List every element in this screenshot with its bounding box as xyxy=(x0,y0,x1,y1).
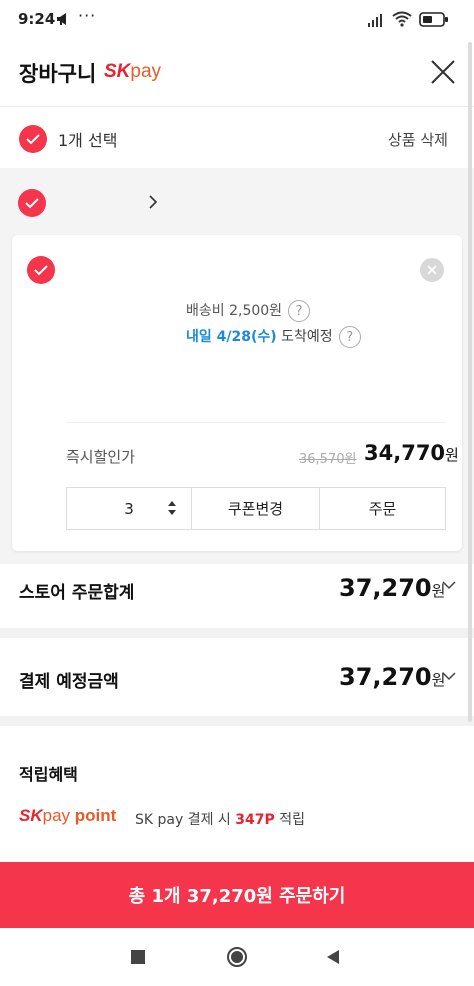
sale-price-amount: 34,770 xyxy=(364,441,446,465)
checkout-button[interactable]: 총 1개 37,270원 주문하기 xyxy=(0,862,474,928)
sk-pay-point-logo: SKpay point xyxy=(19,806,116,826)
benefit-description: SK pay 결제 시 347P 적립 xyxy=(135,809,305,829)
quantity-stepper[interactable]: 3 xyxy=(67,488,192,529)
arrival-suffix: 도착예정 xyxy=(281,329,333,345)
card-divider xyxy=(66,422,446,423)
battery-icon xyxy=(419,12,448,27)
sale-price: 34,770원 xyxy=(364,441,459,465)
quantity-value: 3 xyxy=(124,499,134,518)
item-actions: 3 쿠폰변경 주문 xyxy=(66,487,446,530)
logo-point: point xyxy=(74,806,117,825)
status-overflow: ··· xyxy=(78,6,97,25)
store-total-value: 37,270 xyxy=(339,574,432,602)
payment-total-amount: 37,270원 xyxy=(339,663,445,691)
check-icon xyxy=(34,264,48,275)
item-checkbox[interactable] xyxy=(27,256,55,284)
selected-count: 1개 선택 xyxy=(58,131,118,150)
brand-pay: pay xyxy=(130,61,162,82)
original-price: 36,570원 xyxy=(299,452,357,467)
delete-items-button[interactable]: 상품 삭제 xyxy=(388,129,448,150)
sk-pay-logo: SKpay xyxy=(104,60,161,83)
chevron-down-icon[interactable] xyxy=(442,581,456,590)
close-icon xyxy=(427,265,437,275)
arrival-date: 내일 4/28(수) xyxy=(186,329,277,345)
store-checkbox[interactable] xyxy=(18,189,46,217)
help-icon[interactable]: ? xyxy=(288,300,311,322)
sort-arrows-icon[interactable] xyxy=(167,500,177,516)
brand-sk: SK xyxy=(104,61,131,82)
header-divider xyxy=(0,106,474,107)
section-separator xyxy=(0,716,474,726)
benefit-points: 347P xyxy=(235,812,275,828)
payment-total-value: 37,270 xyxy=(339,663,432,691)
check-icon xyxy=(26,133,40,144)
remove-item-button[interactable] xyxy=(420,258,444,282)
scrollbar[interactable] xyxy=(468,42,472,722)
payment-total-label: 결제 예정금액 xyxy=(19,672,119,692)
close-icon[interactable] xyxy=(430,59,456,85)
benefit-prefix: SK pay 결제 시 xyxy=(135,812,231,828)
status-time: 9:24 xyxy=(18,10,56,28)
select-all-checkbox[interactable] xyxy=(19,125,47,153)
help-icon[interactable]: ? xyxy=(338,326,361,348)
chevron-right-icon[interactable] xyxy=(148,195,158,209)
benefit-suffix: 적립 xyxy=(279,812,305,828)
shipping-fee: 배송비 2,500원? xyxy=(186,300,311,322)
home-icon[interactable] xyxy=(226,946,248,968)
logo-pay: pay xyxy=(42,806,71,825)
order-item-button[interactable]: 주문 xyxy=(320,488,445,529)
shipping-fee-text: 배송비 2,500원 xyxy=(186,303,283,319)
benefits-title: 적립혜택 xyxy=(19,765,78,784)
sale-price-unit: 원 xyxy=(445,446,459,464)
logo-sk: SK xyxy=(19,806,43,825)
back-icon[interactable] xyxy=(326,949,340,965)
wifi-icon xyxy=(392,11,412,27)
signal-icon xyxy=(368,14,382,27)
section-separator xyxy=(0,628,474,638)
megaphone-icon xyxy=(57,13,66,25)
arrival-info: 내일 4/28(수) 도착예정? xyxy=(186,326,361,348)
coupon-change-button[interactable]: 쿠폰변경 xyxy=(192,488,320,529)
recent-apps-icon[interactable] xyxy=(131,950,145,964)
page-title: 장바구니 xyxy=(19,62,97,86)
discount-label: 즉시할인가 xyxy=(66,448,136,466)
chevron-down-icon[interactable] xyxy=(442,672,456,681)
store-total-amount: 37,270원 xyxy=(339,574,445,602)
store-total-label: 스토어 주문합계 xyxy=(19,583,135,603)
check-icon xyxy=(25,197,39,208)
